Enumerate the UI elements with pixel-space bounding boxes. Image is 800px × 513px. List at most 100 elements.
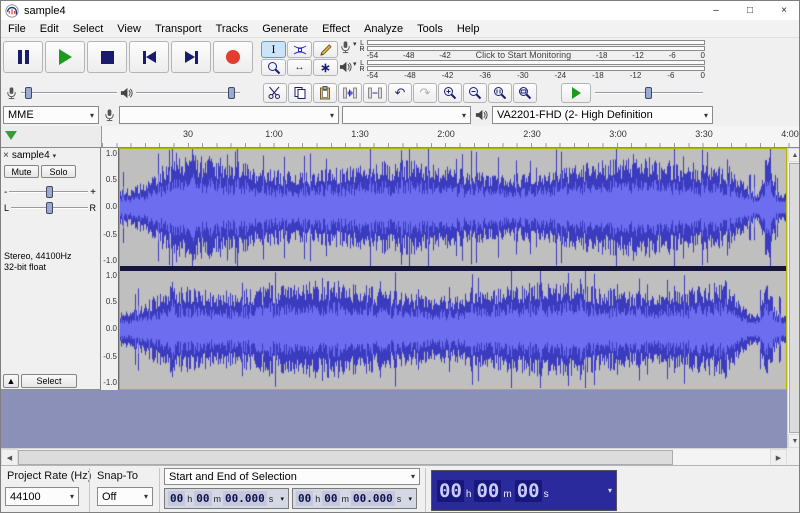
slider-thumb[interactable] [228, 87, 235, 99]
scissors-icon [268, 86, 282, 100]
audio-position-display[interactable]: 00 h 00 m 00 s ▾ [431, 470, 617, 511]
vscroll-thumb[interactable] [789, 163, 799, 433]
skip-to-end-button[interactable] [171, 41, 211, 73]
menu-bar: File Edit Select View Transport Tracks G… [1, 20, 799, 38]
redo-button[interactable]: ↷ [413, 83, 437, 103]
play-icon [58, 49, 72, 65]
scroll-down-icon[interactable]: ▼ [788, 434, 799, 448]
slider-thumb[interactable] [25, 87, 32, 99]
silence-button[interactable] [363, 83, 387, 103]
snap-to-select[interactable]: Off ▾ [97, 487, 153, 506]
envelope-tool-button[interactable] [287, 41, 312, 58]
zoom-out-button[interactable] [463, 83, 487, 103]
scrollbar-corner [787, 448, 799, 465]
slider-thumb[interactable] [645, 87, 652, 99]
track-name[interactable]: sample4 [12, 150, 50, 161]
pan-slider[interactable] [11, 200, 88, 216]
pause-icon [17, 50, 29, 64]
skip-to-start-button[interactable] [129, 41, 169, 73]
trim-button[interactable] [338, 83, 362, 103]
tools-toolbar: I ↔ ∗ [261, 41, 338, 76]
zoom-out-icon [468, 86, 482, 100]
vertical-scrollbar[interactable]: ▲ ▼ [787, 148, 799, 448]
play-at-speed-button[interactable] [561, 83, 591, 103]
chevron-down-icon[interactable]: ▾ [406, 495, 414, 503]
gain-slider[interactable] [9, 184, 89, 200]
timeshift-tool-button[interactable]: ↔ [287, 59, 312, 76]
play-button[interactable] [45, 41, 85, 73]
scroll-up-icon[interactable]: ▲ [788, 148, 799, 162]
draw-tool-button[interactable] [313, 41, 338, 58]
mute-button[interactable]: Mute [4, 165, 39, 178]
track-format-line2: 32-bit float [4, 262, 47, 272]
chevron-down-icon: ▾ [69, 492, 74, 501]
playback-meter[interactable]: ▾ LR -54 -48 -42 -36 -30 -24 -18 -12 -6 0 [339, 60, 705, 80]
selection-end-time[interactable]: 00 h 00 m 00.000 s ▾ [292, 488, 417, 509]
close-button[interactable]: × [767, 1, 799, 20]
menu-help[interactable]: Help [450, 21, 487, 37]
menu-view[interactable]: View [110, 21, 148, 37]
timeline-label: 3:30 [695, 129, 713, 139]
menu-generate[interactable]: Generate [255, 21, 315, 37]
project-rate-select[interactable]: 44100 ▾ [5, 487, 79, 506]
slider-thumb[interactable] [45, 186, 53, 198]
play-at-speed-toolbar [561, 83, 703, 103]
selection-mode-select[interactable]: Start and End of Selection ▾ [164, 468, 420, 485]
undo-button[interactable]: ↶ [388, 83, 412, 103]
slider-thumb[interactable] [46, 202, 54, 214]
quick-play-triangle-icon[interactable] [5, 131, 17, 140]
stop-button[interactable] [87, 41, 127, 73]
multi-tool-button[interactable]: ∗ [313, 59, 338, 76]
zoom-project-button[interactable] [513, 83, 537, 103]
monitor-text[interactable]: Click to Start Monitoring [476, 51, 572, 60]
hscroll-thumb[interactable] [18, 450, 673, 465]
playback-speed-slider[interactable] [595, 85, 703, 101]
track-clip[interactable] [119, 148, 787, 390]
scroll-left-icon[interactable]: ◀ [1, 449, 18, 466]
cut-button[interactable] [263, 83, 287, 103]
menu-file[interactable]: File [1, 21, 33, 37]
chevron-down-icon[interactable]: ▾ [602, 486, 612, 495]
playback-device-select[interactable]: VA2201-FHD (2- High Definition ▾ [492, 106, 713, 124]
menu-analyze[interactable]: Analyze [357, 21, 410, 37]
maximize-button[interactable]: □ [733, 1, 767, 20]
recording-volume-slider[interactable] [21, 85, 117, 101]
playback-volume-slider[interactable] [136, 85, 240, 101]
audio-host-select[interactable]: MME ▾ [3, 106, 99, 124]
timeline-ruler[interactable]: 30 1:00 1:30 2:00 2:30 3:00 3:30 4:00 [101, 126, 799, 147]
menu-transport[interactable]: Transport [148, 21, 209, 37]
recording-device-select[interactable]: ▾ [119, 106, 339, 124]
minimize-button[interactable]: – [699, 1, 733, 20]
meter-menu-icon[interactable]: ▾ [353, 60, 357, 68]
copy-button[interactable] [288, 83, 312, 103]
menu-edit[interactable]: Edit [33, 21, 66, 37]
zoom-tool-button[interactable] [261, 59, 286, 76]
track-close-button[interactable]: × [3, 150, 9, 161]
record-icon [226, 50, 240, 64]
scroll-right-icon[interactable]: ▶ [770, 449, 787, 466]
paste-button[interactable] [313, 83, 337, 103]
solo-button[interactable]: Solo [41, 165, 76, 178]
meter-menu-icon[interactable]: ▾ [353, 40, 357, 48]
menu-tools[interactable]: Tools [410, 21, 450, 37]
selection-tool-button[interactable]: I [261, 41, 286, 58]
record-button[interactable] [213, 41, 253, 73]
zoom-in-button[interactable] [438, 83, 462, 103]
select-track-button[interactable]: Select [21, 374, 77, 388]
chevron-down-icon[interactable]: ▾ [278, 495, 286, 503]
waveform-canvas-right[interactable] [120, 271, 786, 388]
menu-tracks[interactable]: Tracks [209, 21, 256, 37]
waveform-canvas-left[interactable] [120, 149, 786, 266]
multitool-icon: ∗ [320, 59, 331, 75]
recording-channels-select[interactable]: ▾ [342, 106, 471, 124]
track-menu-icon[interactable]: ▾ [53, 152, 57, 160]
recording-meter[interactable]: ▾ LR -54 -48 -42 Click to Start Monitori… [339, 40, 705, 60]
collapse-track-button[interactable]: ▲ [3, 374, 19, 388]
empty-track-area[interactable] [1, 390, 787, 448]
menu-select[interactable]: Select [66, 21, 111, 37]
selection-start-time[interactable]: 00 h 00 m 00.000 s ▾ [164, 488, 289, 509]
menu-effect[interactable]: Effect [315, 21, 357, 37]
pause-button[interactable] [3, 41, 43, 73]
horizontal-scrollbar[interactable]: ◀ ▶ [1, 448, 787, 466]
zoom-selection-button[interactable] [488, 83, 512, 103]
